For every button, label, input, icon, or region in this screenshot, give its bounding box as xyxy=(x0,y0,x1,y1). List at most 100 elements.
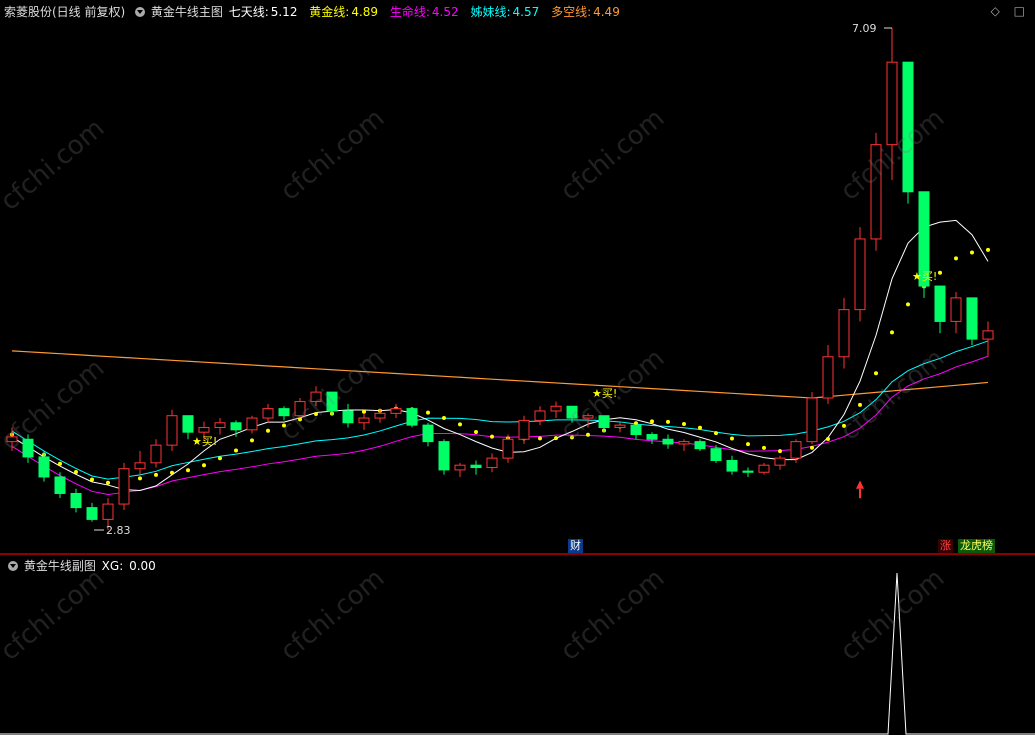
candle-down xyxy=(726,459,738,472)
gold-dot xyxy=(890,330,894,335)
life-line xyxy=(11,355,989,495)
gold-dot xyxy=(650,419,654,424)
sister-label: 姊妹线: xyxy=(470,5,511,19)
candle-up xyxy=(550,405,562,412)
candle-down xyxy=(278,408,290,417)
dk-label: 多空线: xyxy=(551,5,592,19)
gold-dot xyxy=(474,429,478,434)
candle-down xyxy=(934,285,946,322)
candle-up xyxy=(198,426,210,433)
gold-dot xyxy=(458,422,462,427)
candle-up xyxy=(262,408,274,419)
candle-down xyxy=(694,441,706,450)
gold-dot xyxy=(90,477,94,482)
menu-circle-icon[interactable] xyxy=(135,7,146,17)
candle-up xyxy=(246,417,258,431)
candle-down xyxy=(422,424,434,443)
gold-dot xyxy=(746,442,750,447)
candle-up xyxy=(374,412,386,419)
gold-dot xyxy=(250,438,254,443)
sub-chart-pane[interactable] xyxy=(0,555,1035,735)
life-label: 生命线: xyxy=(389,5,430,19)
gold-dot xyxy=(554,436,558,441)
candle-down xyxy=(70,492,82,509)
main-indicator-header: 索菱股份(日线 前复权) 黄金牛线主图 七天线: 5.12 黄金线: 4.89 生命… xyxy=(4,3,622,21)
xg-signal-spike xyxy=(0,572,1035,735)
ma7-label: 七天线: xyxy=(228,5,269,19)
life-value: 4.52 xyxy=(431,5,459,19)
low-price-label: 2.83 xyxy=(106,524,131,537)
candle-down xyxy=(182,415,194,433)
gold-dot xyxy=(538,436,542,441)
diamond-icon[interactable]: ◇ xyxy=(991,4,1000,18)
candle-up xyxy=(150,444,162,464)
finance-badge[interactable]: 财 xyxy=(568,539,583,553)
candle-up xyxy=(854,238,866,311)
gold-dot xyxy=(490,434,494,439)
buy-signal-label: ★买! xyxy=(912,270,937,283)
dragon-tiger-badge[interactable]: 龙虎榜 xyxy=(958,539,995,553)
candle-down xyxy=(438,441,450,471)
gold-dot xyxy=(762,445,766,450)
gold-label: 黄金线: xyxy=(309,5,350,19)
gold-dot xyxy=(842,423,846,428)
up-arrow-icon xyxy=(856,480,864,489)
buy-signal-label: ★买! xyxy=(592,387,617,400)
gold-dot xyxy=(442,416,446,421)
sister-value: 4.57 xyxy=(512,5,540,19)
candle-up xyxy=(614,424,626,428)
candle-up xyxy=(118,468,130,505)
candle-up xyxy=(294,401,306,417)
candle-up xyxy=(838,309,850,358)
gold-dot xyxy=(730,436,734,441)
candle-up xyxy=(134,462,146,470)
gold-dot xyxy=(778,449,782,454)
gold-dot xyxy=(570,435,574,440)
candle-up xyxy=(870,144,882,240)
candle-down xyxy=(646,434,658,440)
candle-up xyxy=(502,438,514,459)
gold-dot xyxy=(906,302,910,307)
candle-down xyxy=(86,507,98,520)
main-chart-pane[interactable]: 7.09 2.83 ★买! ★买! ★买! xyxy=(0,0,1035,553)
gold-dot xyxy=(682,421,686,426)
square-icon[interactable]: □ xyxy=(1014,4,1025,18)
candle-up xyxy=(678,441,690,445)
gold-dot xyxy=(426,410,430,415)
gold-dot xyxy=(314,412,318,417)
window-controls: ◇ □ xyxy=(981,4,1025,18)
candle-down xyxy=(598,415,610,428)
candle-down xyxy=(566,405,578,419)
candle-down xyxy=(38,456,50,478)
candle-down xyxy=(902,61,914,193)
gold-dot xyxy=(218,456,222,461)
candle-down xyxy=(470,464,482,469)
candle-down xyxy=(406,408,418,426)
indicator-name[interactable]: 黄金牛线主图 xyxy=(151,5,223,19)
candle-up xyxy=(582,415,594,419)
candle-up xyxy=(454,464,466,471)
menu-circle-icon[interactable] xyxy=(8,561,18,571)
gold-dot xyxy=(586,432,590,437)
candle-down xyxy=(742,470,754,473)
dk-line xyxy=(11,350,989,399)
gold-dot xyxy=(714,431,718,436)
stock-title[interactable]: 索菱股份(日线 前复权) xyxy=(4,5,125,19)
candle-up xyxy=(758,464,770,473)
gold-dot xyxy=(170,470,174,475)
candle-up xyxy=(214,422,226,428)
gold-dot xyxy=(74,470,78,475)
sub-indicator-name[interactable]: 黄金牛线副图 xyxy=(24,559,96,573)
sub-indicator-header: 黄金牛线副图 XG: 0.00 xyxy=(4,557,158,575)
gold-dot xyxy=(234,448,238,453)
candle-up xyxy=(102,503,114,520)
candlestick-chart: 7.09 2.83 ★买! ★买! ★买! xyxy=(6,22,994,537)
candle-down xyxy=(54,476,66,494)
gold-dot xyxy=(138,476,142,481)
candle-up xyxy=(774,457,786,466)
candle-up xyxy=(886,61,898,146)
dk-value: 4.49 xyxy=(593,5,620,19)
candle-down xyxy=(326,391,338,412)
candle-down xyxy=(342,410,354,424)
rise-badge[interactable]: 涨 xyxy=(938,539,953,553)
